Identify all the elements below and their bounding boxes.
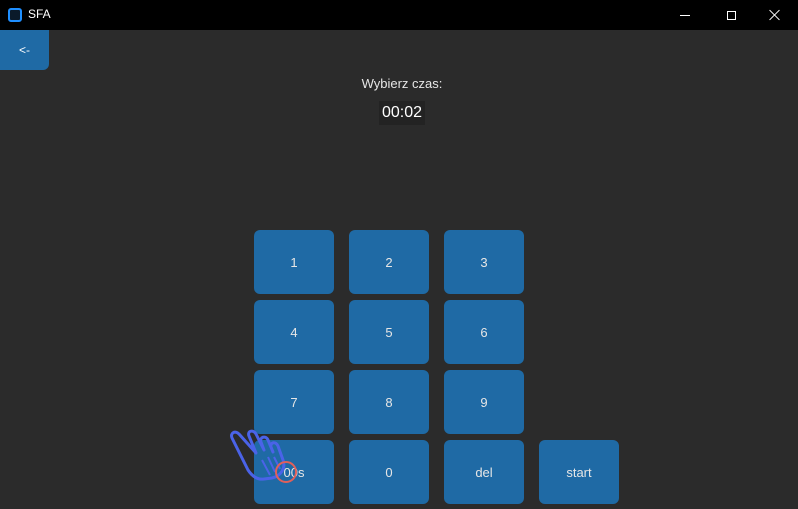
key-6-button[interactable]: 6 (444, 300, 524, 364)
key-4-button[interactable]: 4 (254, 300, 334, 364)
key-2-button[interactable]: 2 (349, 230, 429, 294)
maximize-icon (726, 10, 736, 20)
key-3-button[interactable]: 3 (444, 230, 524, 294)
time-prompt-label: Wybierz czas: (361, 76, 443, 91)
key-5-button[interactable]: 5 (349, 300, 429, 364)
time-display: 00:02 (379, 101, 425, 125)
delete-button[interactable]: del (444, 440, 524, 504)
key-1-button[interactable]: 1 (254, 230, 334, 294)
back-button[interactable]: <- (0, 30, 49, 70)
key-8-button[interactable]: 8 (349, 370, 429, 434)
minimize-button[interactable] (662, 0, 708, 30)
key-00s-button[interactable]: 00s (254, 440, 334, 504)
key-0-button[interactable]: 0 (349, 440, 429, 504)
start-button[interactable]: start (539, 440, 619, 504)
close-button[interactable] (752, 0, 798, 30)
close-icon (769, 9, 781, 21)
key-7-button[interactable]: 7 (254, 370, 334, 434)
window-title: SFA (28, 7, 51, 21)
minimize-icon (680, 14, 690, 16)
maximize-button[interactable] (708, 0, 754, 30)
title-bar: SFA (0, 0, 798, 30)
app-icon (8, 8, 22, 22)
key-9-button[interactable]: 9 (444, 370, 524, 434)
